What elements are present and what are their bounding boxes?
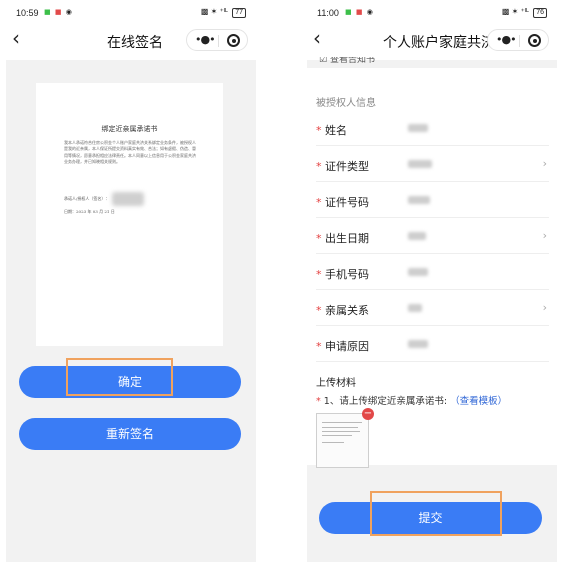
- status-right: ▩ ✶ ⁺ᴵᴸ 76: [502, 7, 547, 18]
- view-template-link[interactable]: （查看模板）: [450, 396, 507, 407]
- form-row[interactable]: * 申请原因: [316, 326, 549, 362]
- status-bar: 10:59 ■ ■ ◉ ▩ ✶ ⁺ᴵᴸ 77: [6, 0, 256, 20]
- document-signature-label: 承诺人/授权人（签名）：: [64, 196, 110, 201]
- document-date: 日期：2023 年 03 月 21 日: [64, 209, 115, 214]
- more-dots-icon[interactable]: •●•: [195, 33, 216, 47]
- resign-button[interactable]: 重新签名: [19, 418, 241, 450]
- phone-online-signature: 10:59 ■ ■ ◉ ▩ ✶ ⁺ᴵᴸ 77 ‹ 在线签名 •●• 绑定近亲属承…: [6, 0, 256, 562]
- form-row-label: * 证件号码: [316, 196, 369, 209]
- battery-icon: 76: [533, 8, 547, 18]
- nav-bar: ‹ 在线签名 •●•: [6, 20, 256, 60]
- upload-tip: * 1、请上传绑定近亲属承诺书: （查看模板）: [316, 396, 508, 407]
- form-row-value: [408, 232, 426, 240]
- form-row-label: * 姓名: [316, 124, 347, 137]
- signed-document-preview: 绑定近亲属承诺书 我本人承诺符合住房公积金个人账户家庭共济关系绑定业务条件，被授…: [36, 83, 223, 346]
- section-label: 被授权人信息: [316, 98, 376, 109]
- form-row-value: [408, 268, 428, 276]
- form-row[interactable]: * 姓名: [316, 110, 549, 146]
- back-arrow-icon[interactable]: ‹: [12, 28, 20, 48]
- form-row-label: * 亲属关系: [316, 304, 369, 317]
- status-time: 11:00: [317, 8, 339, 18]
- back-arrow-icon[interactable]: ‹: [313, 28, 321, 48]
- more-dots-icon[interactable]: •●•: [496, 33, 517, 47]
- capsule-divider: [218, 35, 219, 47]
- chevron-right-icon: ›: [542, 229, 547, 242]
- highlight-box-confirm: [66, 358, 173, 396]
- form-row-value: [408, 340, 428, 348]
- close-target-icon[interactable]: [528, 34, 541, 47]
- notification-icons: ■ ■ ◉: [44, 8, 73, 16]
- nav-bar: ‹ 个人账户家庭共济... •●•: [307, 20, 557, 60]
- form-row-label: * 手机号码: [316, 268, 369, 281]
- form-row-value: [408, 196, 430, 204]
- uploaded-document-thumbnail[interactable]: [316, 413, 369, 468]
- document-title: 绑定近亲属承诺书: [101, 125, 158, 133]
- close-target-icon[interactable]: [227, 34, 240, 47]
- chevron-right-icon: ›: [542, 157, 547, 170]
- status-right: ▩ ✶ ⁺ᴵᴸ 77: [201, 7, 246, 18]
- form-row-label: * 证件类型: [316, 160, 369, 173]
- highlight-box-submit: [370, 491, 502, 536]
- mini-program-capsule: •●•: [487, 29, 549, 51]
- form-row[interactable]: * 亲属关系 ›: [316, 290, 549, 326]
- form-row-value: [408, 124, 428, 132]
- form-row[interactable]: * 证件号码: [316, 182, 549, 218]
- form-row-label: * 出生日期: [316, 232, 369, 245]
- authorized-person-form: 被授权人信息 * 姓名 * 证件类型 › * 证件号码 * 出生日期 › * 手机号码 * 亲…: [307, 68, 557, 468]
- notification-icons: ■ ■ ◉: [345, 8, 374, 16]
- phone-family-account-form: 11:00 ■ ■ ◉ ▩ ✶ ⁺ᴵᴸ 76 ‹ 个人账户家庭共济... •●•…: [307, 0, 557, 562]
- mini-program-capsule: •●•: [186, 29, 248, 51]
- status-bar: 11:00 ■ ■ ◉ ▩ ✶ ⁺ᴵᴸ 76: [307, 0, 557, 20]
- capsule-divider: [519, 35, 520, 47]
- form-row[interactable]: * 证件类型 ›: [316, 146, 549, 182]
- form-row-value: [408, 304, 422, 312]
- form-row[interactable]: * 手机号码: [316, 254, 549, 290]
- battery-icon: 77: [232, 8, 246, 18]
- notice-link-partial[interactable]: ☑ 查看告知书: [319, 57, 375, 65]
- form-row-value: [408, 160, 432, 168]
- page-title: 在线签名: [107, 35, 163, 51]
- form-row-label: * 申请原因: [316, 340, 369, 353]
- screenshot-stage: 10:59 ■ ■ ◉ ▩ ✶ ⁺ᴵᴸ 77 ‹ 在线签名 •●• 绑定近亲属承…: [0, 0, 564, 571]
- status-time: 10:59: [16, 8, 39, 18]
- form-row[interactable]: * 出生日期 ›: [316, 218, 549, 254]
- notice-icon: ☑: [319, 57, 330, 65]
- upload-title: 上传材料: [316, 378, 356, 389]
- signature-image: [112, 192, 144, 206]
- chevron-right-icon: ›: [542, 301, 547, 314]
- document-body: 我本人承诺符合住房公积金个人账户家庭共济关系绑定业务条件，被授权人是我的近亲属，…: [64, 140, 196, 165]
- delete-icon[interactable]: −: [362, 408, 374, 420]
